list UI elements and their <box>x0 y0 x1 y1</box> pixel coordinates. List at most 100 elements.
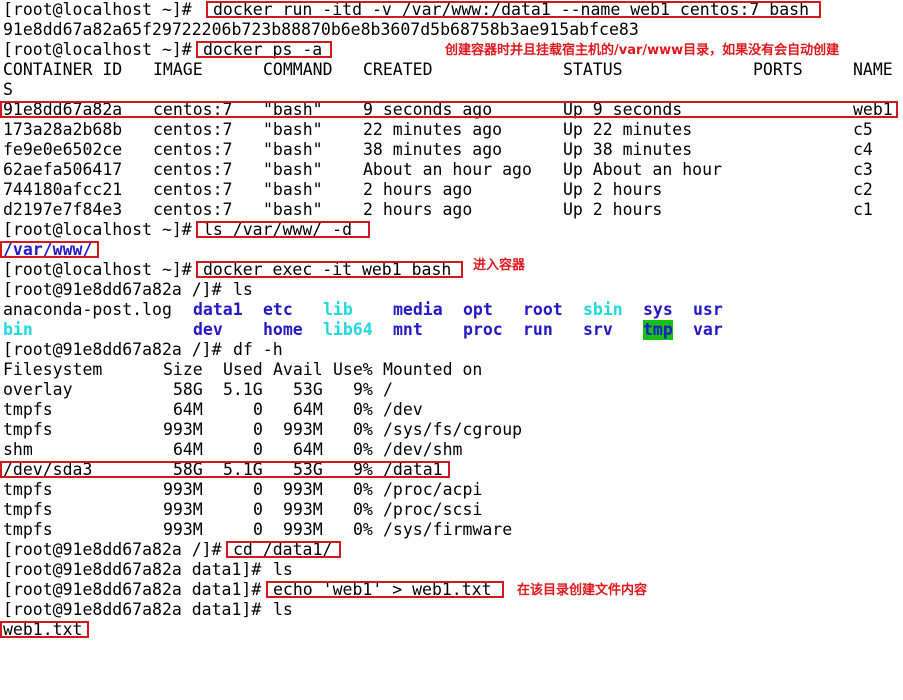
df-cell-used: 5.1G <box>223 460 263 479</box>
table-row: overlay 58G 5.1G 53G 9% / <box>3 380 903 400</box>
terminal-line: [root@91e8dd67a82a /]# ls <box>3 280 903 300</box>
ps-cell-created: 9 seconds ago <box>363 100 493 119</box>
command-text: docker exec -it web1 bash <box>203 260 452 279</box>
ps-cell-name: web1 <box>853 100 893 119</box>
terminal-line: [root@91e8dd67a82a /]# cd /data1/ <box>3 540 903 560</box>
ps-header-cell: PORTS <box>753 60 803 79</box>
shell-prompt: [root@91e8dd67a82a data1]# <box>3 580 272 599</box>
df-cell-mount: /dev/shm <box>383 440 463 459</box>
ps-cell-image: centos:7 <box>153 140 233 159</box>
table-row: d2197e7f84e3 centos:7 "bash" 2 hours ago… <box>3 200 903 220</box>
terminal-line: [root@localhost ~]# ls /var/www/ -d <box>3 220 903 240</box>
df-header-cell: Used <box>223 360 263 379</box>
terminal-line: [root@localhost ~]# docker run -itd -v /… <box>3 0 903 20</box>
ps-cell-name: c1 <box>853 200 873 219</box>
ps-cell-name: c5 <box>853 120 873 139</box>
df-cell-mount: /proc/scsi <box>383 500 483 519</box>
ps-cell-created: About an hour ago <box>363 160 532 179</box>
table-row: 91e8dd67a82a centos:7 "bash" 9 seconds a… <box>0 100 903 120</box>
df-cell-mount: /proc/acpi <box>383 480 483 499</box>
ps-cell-id: 744180afcc21 <box>3 180 123 199</box>
terminal-line: [root@localhost ~]# docker exec -it web1… <box>3 258 903 280</box>
df-cell-avail: 64M <box>293 400 323 419</box>
dir-entry: media <box>393 300 443 319</box>
df-cell-size: 993M <box>163 500 203 519</box>
command-text: docker run -itd -v /var/www:/data1 --nam… <box>213 0 810 19</box>
command-text: echo 'web1' > web1.txt <box>273 580 492 599</box>
symlink-entry: lib <box>323 300 353 319</box>
ps-header-cell: CREATED <box>363 60 433 79</box>
df-cell-use: 9% <box>353 380 373 399</box>
ps-cell-status: Up About an hour <box>563 160 722 179</box>
df-cell-mount: / <box>383 380 393 399</box>
table-row: tmpfs 993M 0 993M 0% /sys/firmware <box>3 520 903 540</box>
ps-cell-name: c2 <box>853 180 873 199</box>
table-row: fe9e0e6502ce centos:7 "bash" 38 minutes … <box>3 140 903 160</box>
terminal-line: [root@91e8dd67a82a data1]# ls <box>3 560 903 580</box>
terminal-line: [root@91e8dd67a82a /]# df -h <box>3 340 903 360</box>
terminal-line: [root@91e8dd67a82a data1]# echo 'web1' >… <box>3 580 903 600</box>
ps-cell-name: c3 <box>853 160 873 179</box>
df-cell-used: 0 <box>253 520 263 539</box>
df-header-cell: Avail <box>273 360 323 379</box>
shell-prompt: [root@91e8dd67a82a data1]# <box>3 600 272 619</box>
df-cell-used: 5.1G <box>223 380 263 399</box>
symlink-entry: bin <box>3 320 33 339</box>
ps-cell-id: 62aefa506417 <box>3 160 123 179</box>
ps-cell-command: "bash" <box>263 140 323 159</box>
ps-header-cell: NAME <box>853 60 893 79</box>
ps-cell-image: centos:7 <box>153 100 233 119</box>
df-cell-filesystem: tmpfs <box>3 480 53 499</box>
ps-cell-id: 91e8dd67a82a <box>3 100 123 119</box>
df-cell-mount: /dev <box>383 400 423 419</box>
terminal-line: /var/www/ <box>0 240 903 260</box>
command-text: docker ps -a <box>203 40 323 59</box>
df-cell-used: 0 <box>253 420 263 439</box>
df-header-cell: Mounted on <box>383 360 483 379</box>
table-row: 62aefa506417 centos:7 "bash" About an ho… <box>3 160 903 180</box>
ps-cell-image: centos:7 <box>153 160 233 179</box>
shell-prompt: [root@91e8dd67a82a /]# <box>3 280 232 299</box>
df-cell-mount: /sys/fs/cgroup <box>383 420 523 439</box>
df-cell-used: 0 <box>253 440 263 459</box>
container-id-output: 91e8dd67a82a65f29722206b723b88870b6e8b36… <box>3 20 639 39</box>
df-cell-use: 0% <box>353 420 373 439</box>
df-cell-filesystem: tmpfs <box>3 400 53 419</box>
ps-header-wrap: S <box>3 80 903 100</box>
ps-cell-status: Up 2 hours <box>563 180 663 199</box>
dir-entry: var <box>693 320 723 339</box>
ps-cell-created: 22 minutes ago <box>363 120 503 139</box>
file-entry: anaconda-post.log <box>3 300 172 319</box>
terminal-line: web1.txt <box>0 620 903 640</box>
df-cell-mount: /sys/firmware <box>383 520 513 539</box>
table-row: tmpfs 993M 0 993M 0% /proc/acpi <box>3 480 903 500</box>
ps-cell-status: Up 2 hours <box>563 200 663 219</box>
ps-cell-created: 2 hours ago <box>363 200 473 219</box>
table-row: tmpfs 993M 0 993M 0% /proc/scsi <box>3 500 903 520</box>
shell-prompt: [root@localhost ~]# <box>3 40 202 59</box>
ps-cell-created: 38 minutes ago <box>363 140 503 159</box>
command-text: ls <box>273 600 293 619</box>
df-header-cell: Size <box>163 360 203 379</box>
ps-cell-status: Up 9 seconds <box>563 100 683 119</box>
df-cell-avail: 64M <box>293 440 323 459</box>
df-cell-filesystem: tmpfs <box>3 500 53 519</box>
terminal-window[interactable]: [root@localhost ~]# docker run -itd -v /… <box>0 0 903 640</box>
df-cell-size: 58G <box>173 380 203 399</box>
shell-prompt: [root@localhost ~]# <box>3 220 202 239</box>
dir-entry: usr <box>693 300 723 319</box>
df-cell-use: 0% <box>353 520 373 539</box>
df-header-cell: Filesystem <box>3 360 103 379</box>
shell-prompt: [root@localhost ~]# <box>3 260 202 279</box>
ps-cell-status: Up 22 minutes <box>563 120 693 139</box>
table-row: 173a28a2b68b centos:7 "bash" 22 minutes … <box>3 120 903 140</box>
df-cell-used: 0 <box>253 500 263 519</box>
df-cell-mount: /data1 <box>383 460 443 479</box>
symlink-entry: lib64 <box>323 320 373 339</box>
df-cell-avail: 993M <box>283 480 323 499</box>
df-header-row: Filesystem Size Used Avail Use% Mounted … <box>3 360 903 380</box>
ps-header-cell: IMAGE <box>153 60 203 79</box>
command-text: ls /var/www/ -d <box>203 220 353 239</box>
df-cell-size: 58G <box>173 460 203 479</box>
df-cell-filesystem: tmpfs <box>3 420 53 439</box>
